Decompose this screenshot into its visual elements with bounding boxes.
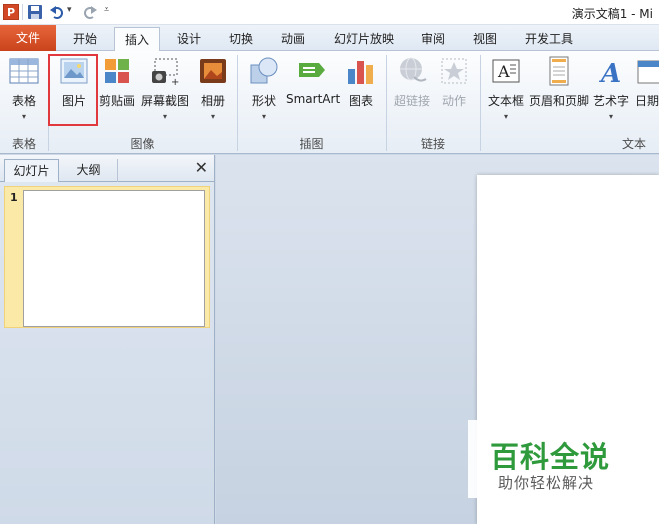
action-star-icon xyxy=(441,58,467,84)
table-icon xyxy=(9,58,39,84)
tab-developer[interactable]: 开发工具 xyxy=(516,27,582,51)
chevron-down-icon: ▾ xyxy=(503,112,508,121)
datetime-button[interactable]: 日期 xyxy=(634,55,659,109)
group-label-text: 文本 xyxy=(621,137,646,151)
window-title: 演示文稿1 - Mi xyxy=(571,7,653,21)
chevron-down-icon: ▾ xyxy=(261,112,266,121)
table-button[interactable]: 表格 ▾ xyxy=(6,55,42,121)
album-button[interactable]: 相册 ▾ xyxy=(196,55,230,121)
hyperlink-button[interactable]: 超链接 xyxy=(392,55,432,109)
smartart-button[interactable]: SmartArt xyxy=(286,55,340,106)
smartart-label: SmartArt xyxy=(286,92,341,106)
tab-design[interactable]: 设计 xyxy=(166,27,212,51)
group-label-illustrations: 插图 xyxy=(299,137,324,151)
clipart-button[interactable]: 剪贴画 xyxy=(98,55,136,109)
calendar-icon xyxy=(637,60,659,84)
tab-slides[interactable]: 幻灯片 xyxy=(4,159,59,182)
screenshot-button[interactable]: + 屏幕截图 ▾ xyxy=(140,55,190,121)
save-icon[interactable] xyxy=(27,4,43,20)
watermark: 百科全说 助你轻松解决 xyxy=(468,420,659,498)
tab-outline[interactable]: 大纲 xyxy=(60,159,118,182)
action-label: 动作 xyxy=(441,94,466,108)
screenshot-icon: + xyxy=(152,58,179,87)
clipart-label: 剪贴画 xyxy=(98,94,135,108)
hyperlink-label: 超链接 xyxy=(393,94,430,108)
action-button[interactable]: 动作 xyxy=(436,55,472,109)
picture-button-highlight xyxy=(48,54,98,126)
header-footer-icon xyxy=(549,56,569,86)
wordart-icon: A xyxy=(598,59,621,87)
panel-tabs: 幻灯片 大纲 ✕ xyxy=(0,155,214,182)
close-panel-icon[interactable]: ✕ xyxy=(195,159,208,177)
group-label-tables: 表格 xyxy=(11,137,36,151)
chevron-down-icon: ▾ xyxy=(21,112,26,121)
wordart-button[interactable]: A 艺术字 ▾ xyxy=(592,55,630,121)
ribbon-insert: 表格 ▾ 表格 图片 剪贴画 + 屏幕截图 ▾ 相册 ▾ 图像 形状 ▾ Sma… xyxy=(0,51,659,154)
table-label: 表格 xyxy=(11,94,36,108)
slide-thumbnail[interactable] xyxy=(23,190,205,327)
redo-icon[interactable] xyxy=(82,4,98,20)
group-separator xyxy=(480,55,481,151)
textbox-button[interactable]: A 文本框 ▾ xyxy=(486,55,526,121)
chart-label: 图表 xyxy=(348,94,373,108)
clipart-icon xyxy=(105,59,129,83)
datetime-label: 日期 xyxy=(634,94,659,108)
qat-separator xyxy=(22,4,23,20)
ribbon-tabs: 文件 开始 插入 设计 切换 动画 幻灯片放映 审阅 视图 开发工具 xyxy=(0,25,659,52)
powerpoint-app-icon[interactable]: P xyxy=(3,4,19,20)
tab-review[interactable]: 审阅 xyxy=(410,27,456,51)
album-label: 相册 xyxy=(200,94,225,108)
tab-view[interactable]: 视图 xyxy=(462,27,508,51)
shapes-button[interactable]: 形状 ▾ xyxy=(246,55,282,121)
photo-album-icon xyxy=(200,59,226,83)
tab-insert[interactable]: 插入 xyxy=(114,27,160,52)
watermark-subtitle: 助你轻松解决 xyxy=(498,474,595,492)
tab-animations[interactable]: 动画 xyxy=(270,27,316,51)
chevron-down-icon: ▾ xyxy=(162,112,167,121)
textbox-label: 文本框 xyxy=(487,94,524,108)
chevron-down-icon: ▾ xyxy=(210,112,215,121)
svg-text:A: A xyxy=(598,59,621,87)
slides-panel: 幻灯片 大纲 ✕ 1 xyxy=(0,155,215,524)
smartart-icon xyxy=(299,63,325,77)
svg-text:+: + xyxy=(171,77,179,87)
textbox-icon: A xyxy=(492,59,520,83)
title-bar: P ▾ ⩡ 演示文稿1 - Mi xyxy=(0,0,659,25)
tab-slideshow[interactable]: 幻灯片放映 xyxy=(322,27,406,51)
undo-dropdown-icon[interactable]: ▾ xyxy=(67,5,72,15)
group-label-images: 图像 xyxy=(130,137,155,151)
chevron-down-icon: ▾ xyxy=(608,112,613,121)
wordart-label: 艺术字 xyxy=(592,94,629,108)
customize-qat-icon[interactable]: ⩡ xyxy=(104,5,109,15)
shapes-label: 形状 xyxy=(251,94,276,108)
group-label-links: 链接 xyxy=(420,137,445,151)
hyperlink-globe-icon xyxy=(400,57,427,82)
chart-button[interactable]: 图表 xyxy=(344,55,378,109)
shapes-icon xyxy=(250,57,278,84)
undo-icon[interactable] xyxy=(49,4,65,20)
chart-icon xyxy=(348,61,373,84)
slide-number: 1 xyxy=(10,191,18,204)
screenshot-label: 屏幕截图 xyxy=(140,94,189,108)
header-footer-button[interactable]: 页眉和页脚 xyxy=(528,55,590,109)
svg-text:A: A xyxy=(497,62,510,81)
tab-transitions[interactable]: 切换 xyxy=(218,27,264,51)
slide-thumbnail-selected[interactable]: 1 xyxy=(4,186,210,328)
header-footer-label: 页眉和页脚 xyxy=(528,94,589,108)
watermark-title: 百科全说 xyxy=(490,440,611,474)
tab-home[interactable]: 开始 xyxy=(62,27,108,51)
tab-file[interactable]: 文件 xyxy=(0,25,56,51)
